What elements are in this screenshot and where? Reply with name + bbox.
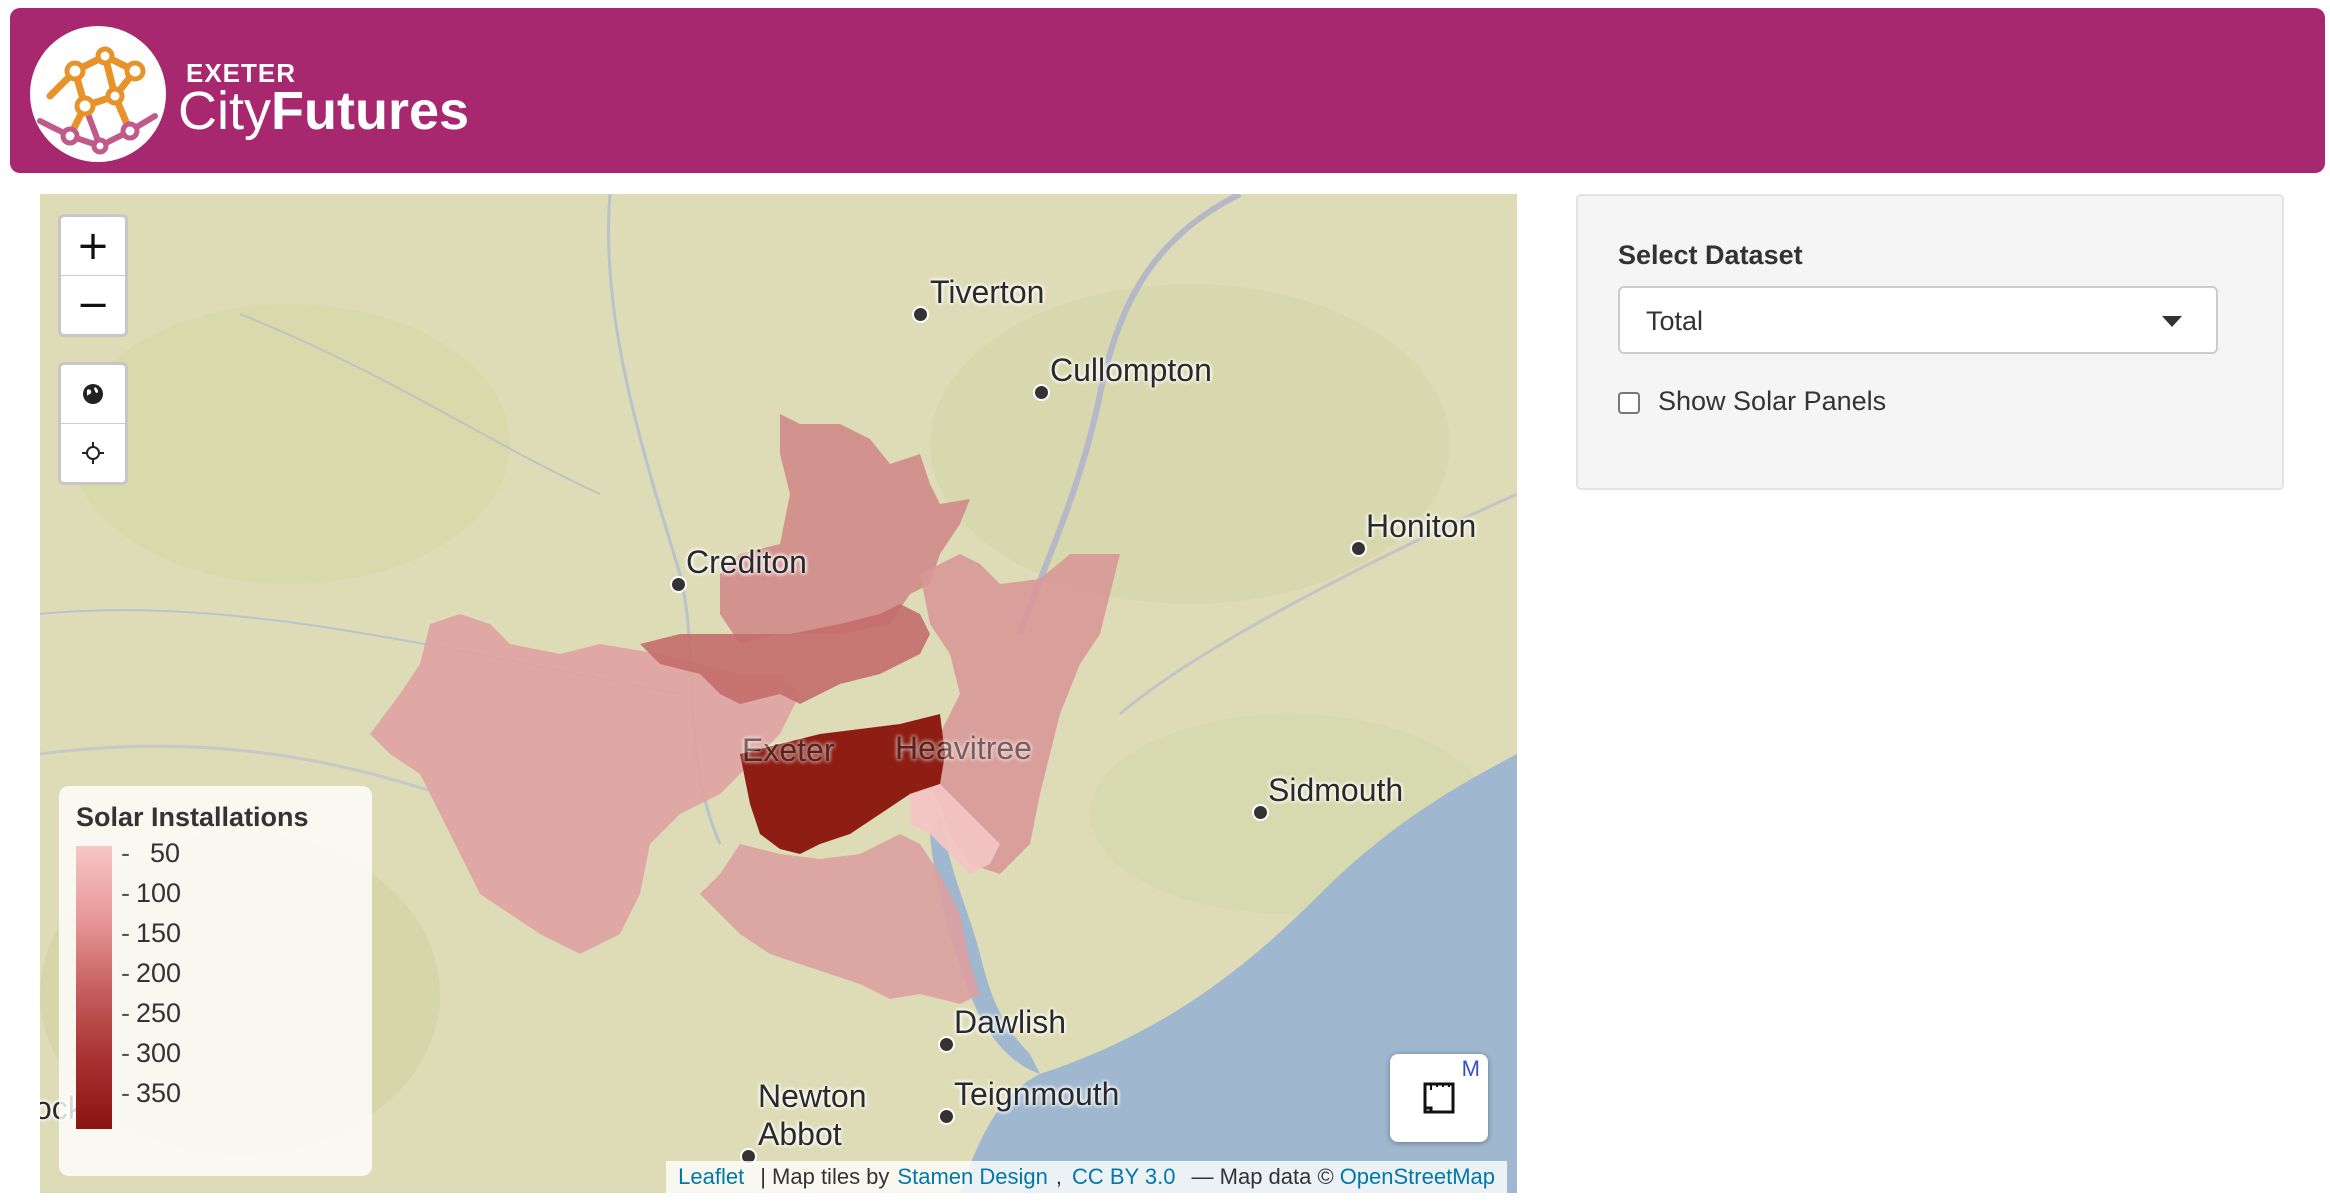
legend-value: 150 — [136, 918, 182, 948]
stamen-link[interactable]: Stamen Design — [897, 1164, 1047, 1190]
town-label-dawlish: Dawlish — [954, 1004, 1067, 1040]
globe-icon — [83, 384, 103, 404]
dataset-select-value: Total — [1646, 306, 1704, 336]
attribution-separator: , — [1055, 1164, 1062, 1189]
dataset-select[interactable]: Total — [1618, 286, 2218, 354]
legend-label: -250 — [121, 998, 182, 1028]
legend-value: 350 — [136, 1078, 182, 1108]
zoom-control: + − — [58, 214, 128, 337]
legend-value: 300 — [136, 1038, 182, 1068]
map-legend: Solar Installations -50 -100 -150 -200 -… — [59, 786, 372, 1176]
legend-value: 250 — [136, 998, 182, 1028]
dataset-select-label: Select Dataset — [1618, 240, 1803, 270]
town-label-sidmouth: Sidmouth — [1268, 772, 1404, 808]
town-dot-sidmouth — [1252, 804, 1269, 821]
town-dot-cullompton — [1033, 384, 1050, 401]
chevron-down-icon — [2162, 316, 2182, 327]
fullscreen-partial-label: M — [1461, 1056, 1480, 1081]
town-label-heavitree: Heavitree — [895, 730, 1032, 766]
logo-icon — [30, 26, 166, 162]
legend-label: -200 — [121, 958, 182, 988]
attribution-tiles-text: | Map tiles by — [760, 1164, 890, 1189]
town-label-teignmouth: Teignmouth — [954, 1076, 1120, 1112]
town-label-honiton: Honiton — [1366, 508, 1477, 544]
legend-color-bar — [76, 846, 112, 1129]
town-dot-tiverton — [912, 306, 929, 323]
show-solar-panels-label[interactable]: Show Solar Panels — [1658, 386, 1886, 417]
map-attribution: Leaflet | Map tiles by Stamen Design , C… — [666, 1161, 1507, 1193]
legend-value: 50 — [150, 838, 181, 868]
show-solar-panels-checkbox[interactable] — [1618, 392, 1640, 414]
town-label-cullompton: Cullompton — [1050, 352, 1212, 388]
leaflet-link[interactable]: Leaflet — [678, 1164, 744, 1190]
license-link[interactable]: CC BY 3.0 — [1072, 1164, 1176, 1190]
legend-title: Solar Installations — [76, 802, 309, 832]
zoom-in-button[interactable]: + — [61, 217, 125, 276]
zoom-out-button[interactable]: − — [61, 276, 125, 334]
map-extra-control — [58, 362, 128, 485]
app-header: EXETER CityFutures — [10, 8, 2325, 173]
legend-label: -150 — [121, 918, 182, 948]
town-label-newton: Newton — [758, 1078, 867, 1114]
town-label-crediton: Crediton — [686, 544, 807, 580]
globe-button[interactable] — [61, 365, 125, 424]
map-container[interactable]: Tiverton Cullompton Crediton Honiton Exe… — [40, 194, 1517, 1193]
legend-label: -350 — [121, 1078, 182, 1108]
locate-button[interactable] — [61, 424, 125, 482]
town-label-exeter: Exeter — [742, 732, 835, 768]
logo-city-text: City — [178, 81, 271, 141]
town-dot-dawlish — [938, 1036, 955, 1053]
town-label-abbot: Abbot — [758, 1116, 842, 1152]
fullscreen-button[interactable]: M — [1390, 1054, 1488, 1142]
town-dot-crediton — [670, 576, 687, 593]
legend-label: -100 — [121, 878, 182, 908]
legend-label: -300 — [121, 1038, 182, 1068]
fullscreen-icon — [1423, 1082, 1455, 1114]
attribution-data-text: — Map data © — [1191, 1164, 1334, 1189]
logo-futures-text: Futures — [271, 81, 470, 141]
town-label-tiverton: Tiverton — [930, 274, 1045, 310]
logo-cityfutures-text: CityFutures — [178, 80, 469, 142]
legend-value: 100 — [136, 878, 182, 908]
town-dot-teignmouth — [938, 1108, 955, 1125]
osm-link[interactable]: OpenStreetMap — [1340, 1164, 1495, 1190]
legend-label: -50 — [121, 838, 181, 868]
crosshair-icon — [82, 442, 104, 464]
control-panel: Select Dataset Total Show Solar Panels — [1576, 194, 2284, 490]
legend-value: 200 — [136, 958, 182, 988]
town-dot-honiton — [1350, 540, 1367, 557]
